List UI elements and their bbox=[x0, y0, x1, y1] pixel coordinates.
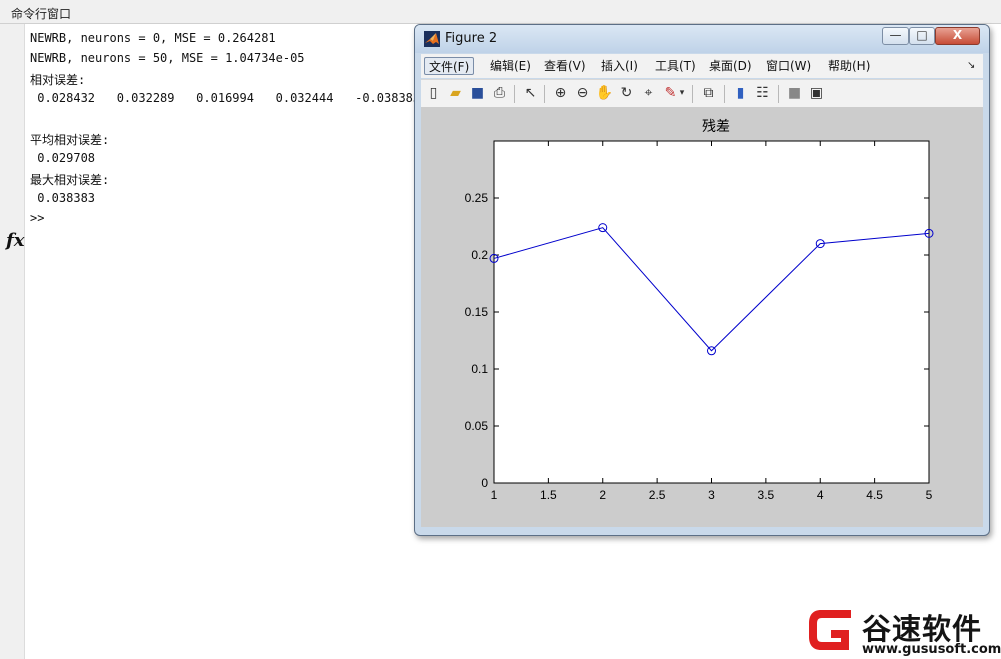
y-tick-label: 0.2 bbox=[471, 248, 488, 262]
menubar-overflow-icon[interactable]: ↘ bbox=[967, 60, 975, 71]
menu-insert[interactable]: 插入(I) bbox=[597, 57, 642, 75]
axes-area[interactable] bbox=[493, 140, 930, 484]
x-tick-label: 4 bbox=[817, 488, 824, 502]
toolbar-separator bbox=[544, 85, 545, 103]
x-tick-label: 1 bbox=[491, 488, 498, 502]
logo-url: www.gususoft.com bbox=[862, 642, 1001, 657]
command-output-line: 0.029708 bbox=[30, 151, 96, 165]
close-button[interactable]: X bbox=[935, 27, 980, 45]
command-prompt[interactable]: >> bbox=[30, 211, 44, 225]
figure-titlebar[interactable]: Figure 2 — □ X bbox=[415, 25, 989, 53]
menu-edit[interactable]: 编辑(E) bbox=[486, 57, 535, 75]
x-tick-label: 2.5 bbox=[649, 488, 666, 502]
pan-icon[interactable]: ✋ bbox=[595, 84, 614, 103]
y-tick-label: 0.05 bbox=[465, 419, 489, 433]
command-output-line: 相对误差: bbox=[30, 73, 86, 87]
menu-view[interactable]: 查看(V) bbox=[540, 57, 590, 75]
command-output-line: 平均相对误差: bbox=[30, 133, 110, 147]
toolbar-separator bbox=[692, 85, 693, 103]
figure-canvas[interactable]: 残差 1 1.5 2 2.5 3 3.5 4 4.5 5 0 0.05 0.1 0.15 0.2 0.25 bbox=[421, 107, 983, 527]
toolbar-separator bbox=[724, 85, 725, 103]
gusu-logo-icon bbox=[809, 610, 851, 650]
legend-icon[interactable]: ☷ bbox=[753, 84, 772, 103]
menu-file[interactable]: 文件(F) bbox=[424, 57, 475, 75]
y-tick-label: 0.1 bbox=[471, 362, 488, 376]
pointer-icon[interactable]: ↖ bbox=[521, 84, 540, 103]
zoom-in-icon[interactable]: ⊕ bbox=[551, 84, 570, 103]
command-output-line: 最大相对误差: bbox=[30, 173, 110, 187]
gusu-logo: 谷速软件 www.gususoft.com bbox=[805, 604, 1001, 659]
zoom-out-icon[interactable]: ⊖ bbox=[573, 84, 592, 103]
rotate-icon[interactable]: ↻ bbox=[617, 84, 636, 103]
menu-help[interactable]: 帮助(H) bbox=[824, 57, 874, 75]
figure-window[interactable]: Figure 2 — □ X 文件(F) 编辑(E) 查看(V) 插入(I) 工… bbox=[414, 24, 990, 536]
figure-menubar: 文件(F) 编辑(E) 查看(V) 插入(I) 工具(T) 桌面(D) 窗口(W… bbox=[421, 54, 983, 78]
print-icon[interactable]: ⎙ bbox=[490, 84, 509, 103]
toolbar-separator bbox=[778, 85, 779, 103]
command-output-line: NEWRB, neurons = 50, MSE = 1.04734e-05 bbox=[30, 51, 305, 65]
x-tick-label: 4.5 bbox=[866, 488, 883, 502]
command-output-line: 0.028432 0.032289 0.016994 0.032444 -0.0… bbox=[30, 91, 421, 105]
minimize-button[interactable]: — bbox=[882, 27, 909, 45]
x-tick-label: 2 bbox=[599, 488, 606, 502]
menu-desktop[interactable]: 桌面(D) bbox=[705, 57, 756, 75]
matlab-logo-icon bbox=[424, 31, 440, 47]
y-tick-label: 0 bbox=[481, 476, 488, 490]
figure-title: Figure 2 bbox=[445, 31, 498, 46]
figure-toolbar: ▯ ▰ ■ ⎙ ↖ ⊕ ⊖ ✋ ↻ ⌖ ✎ ▾ ⧉ ▮ ☷ ■ ▣ bbox=[421, 79, 983, 107]
new-figure-icon[interactable]: ▯ bbox=[424, 84, 443, 103]
link-plot-icon[interactable]: ⧉ bbox=[699, 84, 718, 103]
residual-plot[interactable]: 残差 1 1.5 2 2.5 3 3.5 4 4.5 5 0 0.05 0.1 0.15 0.2 0.25 bbox=[421, 107, 983, 527]
fx-icon[interactable]: fx bbox=[6, 230, 24, 251]
toolbar-separator bbox=[514, 85, 515, 103]
command-output-line: 0.038383 bbox=[30, 191, 96, 205]
x-tick-label: 1.5 bbox=[540, 488, 557, 502]
data-cursor-icon[interactable]: ⌖ bbox=[639, 84, 658, 103]
brush-dropdown-icon[interactable]: ▾ bbox=[677, 84, 687, 103]
y-tick-label: 0.15 bbox=[465, 305, 489, 319]
menu-tools[interactable]: 工具(T) bbox=[651, 57, 700, 75]
plot-title: 残差 bbox=[702, 118, 730, 134]
x-tick-label: 3 bbox=[708, 488, 715, 502]
command-window-title: 命令行窗口 bbox=[11, 7, 72, 21]
command-output-line: NEWRB, neurons = 0, MSE = 0.264281 bbox=[30, 31, 276, 45]
command-window-header: 命令行窗口 bbox=[0, 0, 1001, 24]
x-tick-label: 3.5 bbox=[758, 488, 775, 502]
maximize-button[interactable]: □ bbox=[909, 27, 935, 45]
y-tick-label: 0.25 bbox=[465, 191, 489, 205]
colorbar-icon[interactable]: ▮ bbox=[731, 84, 750, 103]
open-file-icon[interactable]: ▰ bbox=[446, 84, 465, 103]
menu-window[interactable]: 窗口(W) bbox=[762, 57, 815, 75]
command-window-gutter: fx bbox=[0, 24, 25, 659]
save-icon[interactable]: ■ bbox=[468, 84, 487, 103]
show-plot-tools-icon[interactable]: ▣ bbox=[807, 84, 826, 103]
x-tick-label: 5 bbox=[926, 488, 933, 502]
hide-plot-tools-icon[interactable]: ■ bbox=[785, 84, 804, 103]
